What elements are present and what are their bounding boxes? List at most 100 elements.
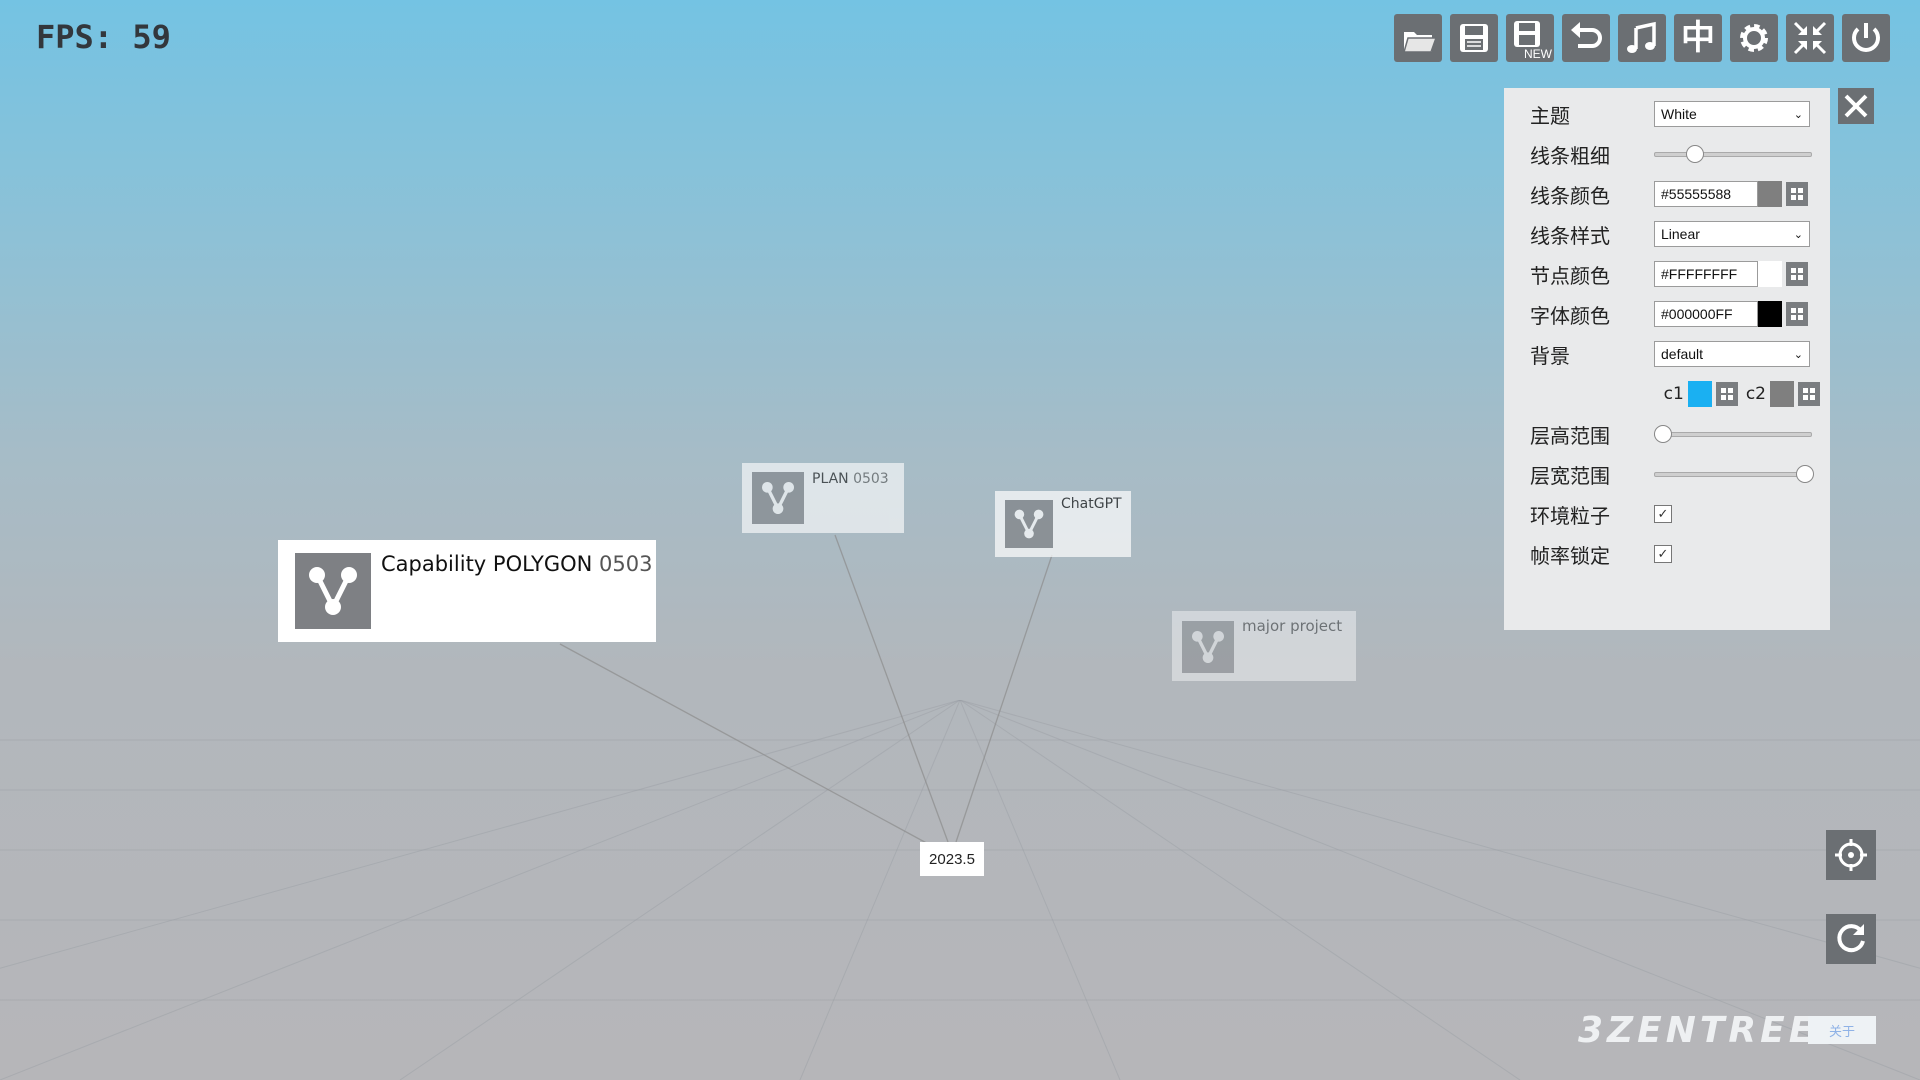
background-label: 背景 (1530, 343, 1570, 368)
open-folder-icon (1403, 32, 1438, 53)
c1-picker-button[interactable] (1715, 382, 1738, 406)
refresh-icon (1837, 924, 1865, 953)
line-style-select[interactable]: Linear ⌄ (1654, 221, 1810, 247)
layer-height-slider[interactable] (1653, 421, 1812, 447)
line-color-input[interactable]: #55555588 (1654, 181, 1758, 207)
node-color-label: 节点颜色 (1530, 263, 1610, 288)
node-color-field: #FFFFFFFF (1654, 261, 1808, 287)
music-button[interactable] (1618, 14, 1666, 62)
line-color-field: #55555588 (1654, 181, 1808, 207)
node-chatgpt[interactable]: ChatGPT (995, 491, 1131, 557)
node-name: PLAN (812, 471, 849, 487)
node-plan[interactable]: PLAN 0503 (742, 463, 904, 533)
collapse-icon (1793, 21, 1827, 55)
close-settings-button[interactable] (1838, 88, 1874, 124)
layer-width-row: 层宽范围 (1530, 459, 1820, 489)
slider-handle[interactable] (1653, 425, 1672, 443)
settings-button[interactable] (1730, 14, 1778, 62)
layer-width-slider[interactable] (1654, 461, 1815, 487)
save-icon (1460, 24, 1488, 52)
save-new-label: NEW (1524, 47, 1552, 61)
chevron-down-icon: ⌄ (1793, 348, 1803, 361)
node-thumb (295, 553, 371, 629)
top-toolbar: NEW 中 (1394, 14, 1890, 62)
grid-icon (1791, 308, 1803, 320)
node-thumb (752, 472, 804, 524)
layer-width-label: 层宽范围 (1530, 463, 1610, 488)
root-date-node[interactable]: 2023.5 (920, 842, 984, 876)
theme-label: 主题 (1530, 103, 1570, 128)
font-color-picker-button[interactable] (1786, 302, 1808, 326)
language-button[interactable]: 中 (1674, 14, 1722, 62)
line-style-value: Linear (1661, 226, 1700, 242)
c1-swatch[interactable] (1687, 381, 1712, 407)
grid-icon (1720, 388, 1733, 400)
node-thumb (1182, 621, 1234, 673)
grid-icon (1791, 188, 1803, 200)
font-color-field: #000000FF (1654, 301, 1808, 327)
layer-height-row: 层高范围 (1530, 419, 1820, 449)
branch-icon (762, 482, 794, 514)
ambient-particles-checkbox[interactable]: ✓ (1654, 505, 1672, 523)
save-button[interactable] (1450, 14, 1498, 62)
node-capability-polygon[interactable]: Capability POLYGON 0503 (278, 540, 656, 642)
node-color-swatch (1758, 261, 1782, 287)
layer-height-label: 层高范围 (1530, 423, 1610, 448)
open-button[interactable] (1394, 14, 1442, 62)
branch-icon (1192, 631, 1224, 663)
node-name: ChatGPT (1061, 496, 1122, 512)
node-color-picker-button[interactable] (1786, 262, 1808, 286)
line-style-label: 线条样式 (1530, 223, 1610, 248)
node-suffix: 0503 (599, 552, 653, 576)
ambient-particles-row: 环境粒子 ✓ (1530, 499, 1820, 529)
frame-lock-checkbox[interactable]: ✓ (1654, 545, 1672, 563)
grid-icon (1803, 388, 1815, 400)
background-value: default (1661, 346, 1704, 362)
about-button[interactable]: 关于 (1808, 1016, 1876, 1044)
grid-icon (1791, 268, 1803, 280)
line-color-label: 线条颜色 (1530, 183, 1610, 208)
frame-lock-row: 帧率锁定 ✓ (1530, 539, 1820, 569)
music-icon (1627, 21, 1656, 53)
node-color-input[interactable]: #FFFFFFFF (1654, 261, 1758, 287)
undo-icon (1571, 22, 1602, 48)
background-select[interactable]: default ⌄ (1654, 341, 1810, 367)
power-button[interactable] (1842, 14, 1890, 62)
font-color-input[interactable]: #000000FF (1654, 301, 1758, 327)
refresh-button[interactable] (1826, 914, 1876, 964)
theme-row: 主题 White ⌄ (1530, 99, 1820, 129)
language-icon: 中 (1681, 18, 1715, 58)
node-name: major project (1242, 617, 1343, 635)
node-major-project[interactable]: major project (1172, 611, 1356, 681)
collapse-button[interactable] (1786, 14, 1834, 62)
recenter-button[interactable] (1826, 830, 1876, 880)
line-style-row: 线条样式 Linear ⌄ (1530, 219, 1820, 249)
c2-label: c2 (1745, 384, 1766, 404)
c2-swatch[interactable] (1770, 381, 1794, 407)
app-logo: 3ZENTREE (1578, 1010, 1818, 1051)
fps-counter: FPS: 59 (36, 18, 171, 56)
node-thumb (1005, 500, 1053, 548)
crosshair-icon (1835, 839, 1867, 871)
branch-icon (1014, 509, 1044, 539)
background-colors-row: c1 c2 (1530, 379, 1820, 409)
theme-select[interactable]: White ⌄ (1654, 101, 1810, 127)
line-color-swatch (1758, 181, 1782, 207)
font-color-row: 字体颜色 #000000FF (1530, 299, 1820, 329)
line-width-slider[interactable] (1654, 141, 1812, 167)
line-width-row: 线条粗细 (1530, 139, 1820, 169)
slider-handle[interactable] (1796, 465, 1815, 483)
font-color-swatch (1758, 301, 1782, 327)
undo-button[interactable] (1562, 14, 1610, 62)
ambient-particles-label: 环境粒子 (1530, 503, 1610, 528)
c2-picker-button[interactable] (1798, 382, 1820, 406)
chevron-down-icon: ⌄ (1793, 228, 1803, 241)
line-color-picker-button[interactable] (1786, 182, 1808, 206)
node-suffix: 0503 (853, 471, 889, 487)
font-color-label: 字体颜色 (1530, 303, 1610, 328)
save-new-button[interactable]: NEW (1506, 14, 1554, 62)
slider-handle[interactable] (1685, 145, 1704, 163)
line-color-row: 线条颜色 #55555588 (1530, 179, 1820, 209)
c1-label: c1 (1663, 384, 1684, 404)
theme-value: White (1661, 106, 1697, 122)
